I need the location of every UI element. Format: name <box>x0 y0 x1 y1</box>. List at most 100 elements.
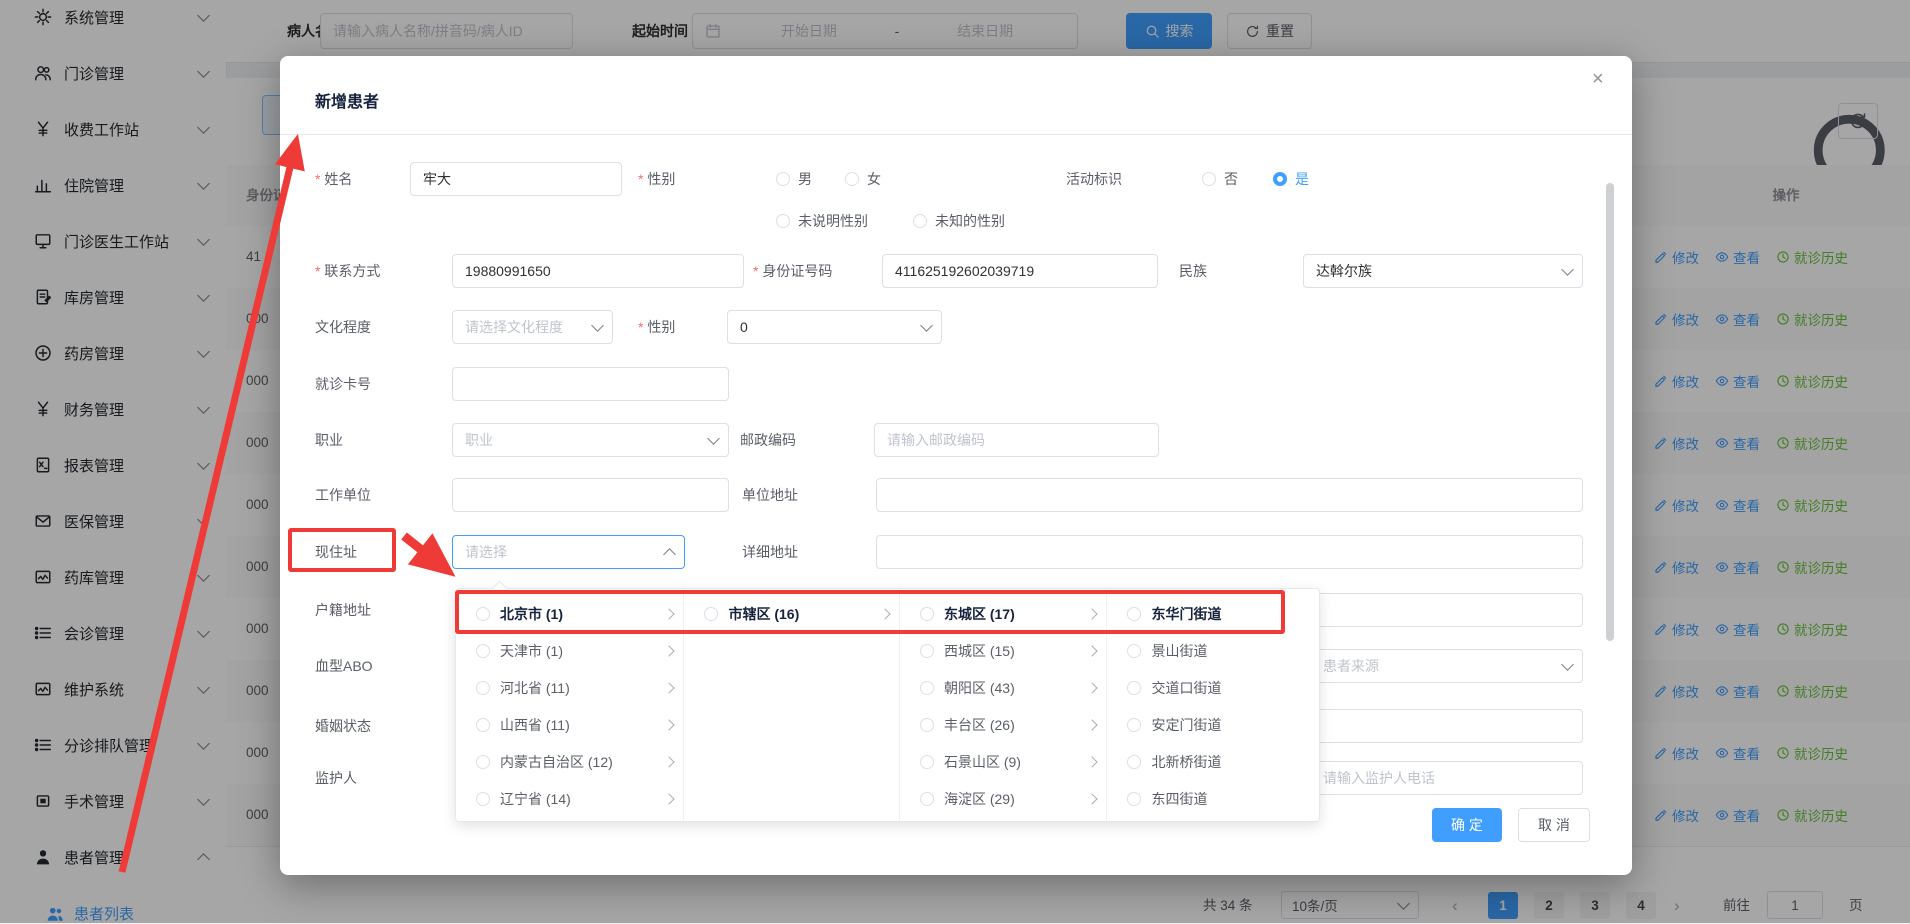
radio-icon <box>1127 644 1141 658</box>
gender-radio-male[interactable]: 男 <box>776 162 812 196</box>
cascader-option-label: 东城区 (17) <box>944 604 1089 624</box>
active-flag-no[interactable]: 否 <box>1202 162 1238 196</box>
education-select[interactable]: 请选择文化程度 <box>452 310 613 344</box>
radio-icon <box>920 644 934 658</box>
chevron-down-icon <box>591 319 604 332</box>
postal-label: 邮政编码 <box>740 423 796 457</box>
cascader-option[interactable]: 东四街道 <box>1107 780 1319 817</box>
radio-icon <box>920 681 934 695</box>
chevron-down-icon <box>1561 263 1574 276</box>
radio-icon <box>476 718 490 732</box>
cascader-option[interactable]: 东华门街道 <box>1107 595 1319 632</box>
cascader-option[interactable]: 丰台区 (26) <box>900 706 1107 743</box>
cascader-option-label: 河北省 (11) <box>500 678 665 698</box>
chevron-down-icon <box>920 319 933 332</box>
cascader-option[interactable]: 北新桥街道 <box>1107 743 1319 780</box>
cascader-option[interactable]: 北京市 (1) <box>456 595 683 632</box>
postal-input[interactable] <box>874 423 1159 457</box>
active-flag-yes[interactable]: 是 <box>1273 162 1309 196</box>
cascader-option[interactable]: 朝阳区 (43) <box>900 669 1107 706</box>
occupation-select[interactable]: 职业 <box>452 423 729 457</box>
employer-address-input[interactable] <box>876 478 1583 512</box>
cascader-option[interactable]: 市辖区 (16) <box>684 595 899 632</box>
radio-icon <box>920 607 934 621</box>
id-number-label: 身份证号码 <box>753 254 832 288</box>
chevron-right-icon <box>664 756 675 767</box>
cascader-option[interactable]: 山西省 (11) <box>456 706 683 743</box>
ethnicity-label: 民族 <box>1179 254 1207 288</box>
cascader-option-label: 交道口街道 <box>1151 678 1309 698</box>
cascader-option[interactable]: 景山街道 <box>1107 632 1319 669</box>
radio-icon <box>845 172 859 186</box>
detail-address-label: 详细地址 <box>742 535 798 569</box>
chevron-right-icon <box>1087 682 1098 693</box>
current-address-cascader-trigger[interactable]: 请选择 <box>452 535 685 569</box>
gender-code-label: 性别 <box>638 310 675 344</box>
cascader-option[interactable]: 东城区 (17) <box>900 595 1107 632</box>
active-flag-label: 活动标识 <box>1066 162 1122 196</box>
gender-code-select[interactable]: 0 <box>727 310 942 344</box>
occupation-label: 职业 <box>315 423 343 457</box>
close-icon[interactable]: × <box>1592 68 1604 91</box>
radio-icon <box>776 214 790 228</box>
modal-scrollbar[interactable] <box>1606 183 1614 641</box>
ethnicity-select[interactable]: 达斡尔族 <box>1303 254 1583 288</box>
chevron-right-icon <box>664 719 675 730</box>
radio-icon <box>476 681 490 695</box>
radio-icon <box>920 792 934 806</box>
guardian-phone-input[interactable] <box>1310 761 1583 795</box>
radio-icon <box>920 755 934 769</box>
radio-icon <box>476 607 490 621</box>
cascader-column-4: 东华门街道景山街道交道口街道安定门街道北新桥街道东四街道 <box>1107 589 1319 821</box>
card-no-input[interactable] <box>452 367 729 401</box>
chevron-right-icon <box>664 682 675 693</box>
detail-address-input[interactable] <box>876 535 1583 569</box>
radio-icon <box>1127 792 1141 806</box>
modal-divider <box>280 134 1632 135</box>
registered-address-extra-input[interactable] <box>1310 593 1583 627</box>
cascader-option[interactable]: 河北省 (11) <box>456 669 683 706</box>
cascader-option-label: 东四街道 <box>1151 789 1309 809</box>
chevron-right-icon <box>664 645 675 656</box>
cascader-option[interactable]: 海淀区 (29) <box>900 780 1107 817</box>
patient-source-select[interactable]: 患者来源 <box>1310 649 1583 683</box>
radio-icon <box>1127 718 1141 732</box>
cascader-option[interactable]: 辽宁省 (14) <box>456 780 683 817</box>
chevron-right-icon <box>1087 793 1098 804</box>
gender-radio-female[interactable]: 女 <box>845 162 881 196</box>
employer-input[interactable] <box>452 478 729 512</box>
radio-icon <box>704 607 718 621</box>
cascader-option[interactable]: 交道口街道 <box>1107 669 1319 706</box>
name-input[interactable] <box>410 162 622 196</box>
chevron-down-icon <box>707 432 720 445</box>
card-no-label: 就诊卡号 <box>315 367 371 401</box>
contact-label: 联系方式 <box>315 254 380 288</box>
chevron-right-icon <box>1087 719 1098 730</box>
cascader-option-label: 市辖区 (16) <box>728 604 881 624</box>
gender-radio-unknown[interactable]: 未知的性别 <box>913 204 1005 238</box>
cascader-option-label: 内蒙古自治区 (12) <box>500 752 665 772</box>
cascader-column-2: 市辖区 (16) <box>684 589 900 821</box>
name-label: 姓名 <box>315 162 352 196</box>
cascader-option[interactable]: 安定门街道 <box>1107 706 1319 743</box>
id-number-input[interactable] <box>882 254 1158 288</box>
radio-icon <box>920 718 934 732</box>
chevron-right-icon <box>879 608 890 619</box>
cascader-option-label: 石景山区 (9) <box>944 752 1089 772</box>
gender-radio-unstated[interactable]: 未说明性别 <box>776 204 868 238</box>
marital-extra-input[interactable] <box>1310 709 1583 743</box>
cascader-option[interactable]: 西城区 (15) <box>900 632 1107 669</box>
confirm-button[interactable]: 确 定 <box>1432 808 1502 842</box>
add-patient-modal: 新增患者 × 姓名 性别 男 女 活动标识 否 是 未说明性别 未知的性别 联系… <box>280 56 1632 875</box>
radio-icon <box>1127 681 1141 695</box>
contact-input[interactable] <box>452 254 744 288</box>
cascader-option[interactable]: 石景山区 (9) <box>900 743 1107 780</box>
chevron-up-icon <box>663 548 676 561</box>
chevron-right-icon <box>1087 645 1098 656</box>
cascader-option[interactable]: 天津市 (1) <box>456 632 683 669</box>
cancel-button[interactable]: 取 消 <box>1518 808 1590 842</box>
cascader-column-1: 北京市 (1)天津市 (1) 河北省 (11) 山西省 (11) 内蒙古自治区 (12… <box>456 589 684 821</box>
cascader-option[interactable]: 内蒙古自治区 (12) <box>456 743 683 780</box>
cascader-option-label: 朝阳区 (43) <box>944 678 1089 698</box>
radio-icon <box>476 792 490 806</box>
